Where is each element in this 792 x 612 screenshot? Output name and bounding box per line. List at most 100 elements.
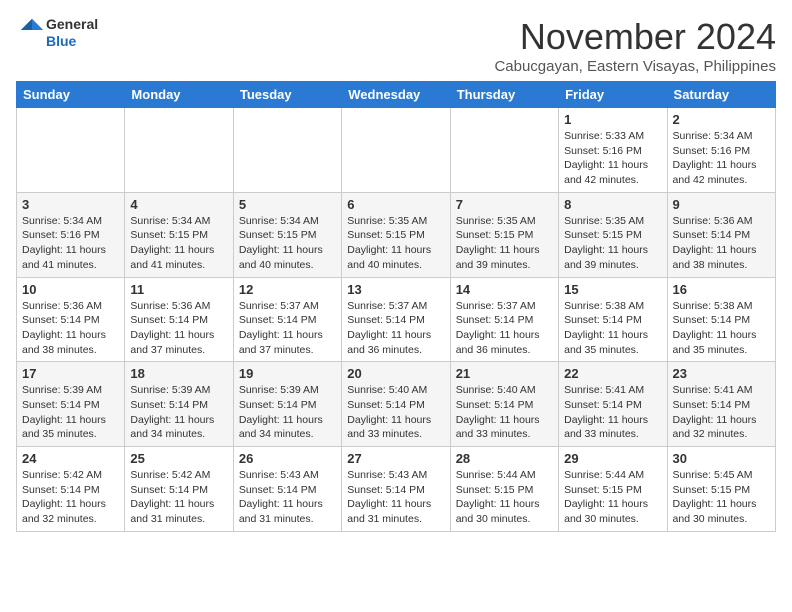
weekday-header-sunday: Sunday (17, 82, 125, 108)
day-info: Sunrise: 5:37 AM Sunset: 5:14 PM Dayligh… (347, 299, 444, 358)
calendar-cell: 25 Sunrise: 5:42 AM Sunset: 5:14 PM Dayli… (125, 447, 233, 532)
weekday-header-friday: Friday (559, 82, 667, 108)
calendar-cell: 29 Sunrise: 5:44 AM Sunset: 5:15 PM Dayli… (559, 447, 667, 532)
calendar-cell: 19Sunrise: 5:39 AM Sunset: 5:14 PM Dayli… (233, 362, 341, 447)
day-info: Sunrise: 5:41 AM Sunset: 5:14 PM Dayligh… (673, 383, 770, 442)
weekday-header-wednesday: Wednesday (342, 82, 450, 108)
day-number: 1 (564, 112, 661, 127)
calendar-cell: 30 Sunrise: 5:45 AM Sunset: 5:15 PM Dayli… (667, 447, 775, 532)
calendar-cell: 2 Sunrise: 5:34 AM Sunset: 5:16 PM Daylig… (667, 108, 775, 193)
day-number: 4 (130, 197, 227, 212)
calendar-table: SundayMondayTuesdayWednesdayThursdayFrid… (16, 81, 776, 532)
day-info: Sunrise: 5:44 AM Sunset: 5:15 PM Dayligh… (456, 468, 553, 527)
weekday-header-saturday: Saturday (667, 82, 775, 108)
day-number: 29 (564, 451, 661, 466)
day-number: 12 (239, 282, 336, 297)
calendar-header-row: SundayMondayTuesdayWednesdayThursdayFrid… (17, 82, 776, 108)
calendar-cell: 5Sunrise: 5:34 AM Sunset: 5:15 PM Daylig… (233, 192, 341, 277)
logo-text: General Blue (46, 16, 98, 50)
day-number: 24 (22, 451, 119, 466)
month-title: November 2024 (494, 16, 776, 58)
day-info: Sunrise: 5:34 AM Sunset: 5:15 PM Dayligh… (130, 214, 227, 273)
calendar-cell: 23 Sunrise: 5:41 AM Sunset: 5:14 PM Dayli… (667, 362, 775, 447)
day-info: Sunrise: 5:35 AM Sunset: 5:15 PM Dayligh… (564, 214, 661, 273)
calendar-week-row: 24 Sunrise: 5:42 AM Sunset: 5:14 PM Dayli… (17, 447, 776, 532)
calendar-cell: 22 Sunrise: 5:41 AM Sunset: 5:14 PM Dayli… (559, 362, 667, 447)
calendar-cell: 26 Sunrise: 5:43 AM Sunset: 5:14 PM Dayli… (233, 447, 341, 532)
calendar-cell: 1 Sunrise: 5:33 AM Sunset: 5:16 PM Daylig… (559, 108, 667, 193)
day-info: Sunrise: 5:35 AM Sunset: 5:15 PM Dayligh… (456, 214, 553, 273)
day-info: Sunrise: 5:42 AM Sunset: 5:14 PM Dayligh… (130, 468, 227, 527)
day-number: 20 (347, 366, 444, 381)
calendar-cell: 15Sunrise: 5:38 AM Sunset: 5:14 PM Dayli… (559, 277, 667, 362)
calendar-cell: 6Sunrise: 5:35 AM Sunset: 5:15 PM Daylig… (342, 192, 450, 277)
calendar-cell: 18 Sunrise: 5:39 AM Sunset: 5:14 PM Dayli… (125, 362, 233, 447)
day-number: 30 (673, 451, 770, 466)
day-number: 27 (347, 451, 444, 466)
calendar-cell: 3Sunrise: 5:34 AM Sunset: 5:16 PM Daylig… (17, 192, 125, 277)
day-info: Sunrise: 5:33 AM Sunset: 5:16 PM Dayligh… (564, 129, 661, 188)
day-info: Sunrise: 5:39 AM Sunset: 5:14 PM Dayligh… (130, 383, 227, 442)
day-number: 16 (673, 282, 770, 297)
calendar-cell: 20 Sunrise: 5:40 AM Sunset: 5:14 PM Dayli… (342, 362, 450, 447)
location-subtitle: Cabucgayan, Eastern Visayas, Philippines (494, 58, 776, 75)
day-info: Sunrise: 5:41 AM Sunset: 5:14 PM Dayligh… (564, 383, 661, 442)
day-number: 6 (347, 197, 444, 212)
logo-icon (18, 16, 46, 44)
day-number: 8 (564, 197, 661, 212)
calendar-cell (17, 108, 125, 193)
day-info: Sunrise: 5:36 AM Sunset: 5:14 PM Dayligh… (130, 299, 227, 358)
day-number: 2 (673, 112, 770, 127)
day-number: 28 (456, 451, 553, 466)
calendar-cell: 13 Sunrise: 5:37 AM Sunset: 5:14 PM Dayli… (342, 277, 450, 362)
day-info: Sunrise: 5:36 AM Sunset: 5:14 PM Dayligh… (673, 214, 770, 273)
day-number: 9 (673, 197, 770, 212)
day-info: Sunrise: 5:37 AM Sunset: 5:14 PM Dayligh… (239, 299, 336, 358)
day-info: Sunrise: 5:38 AM Sunset: 5:14 PM Dayligh… (673, 299, 770, 358)
calendar-cell: 14 Sunrise: 5:37 AM Sunset: 5:14 PM Dayli… (450, 277, 558, 362)
day-number: 7 (456, 197, 553, 212)
day-number: 21 (456, 366, 553, 381)
calendar-cell: 10Sunrise: 5:36 AM Sunset: 5:14 PM Dayli… (17, 277, 125, 362)
day-number: 26 (239, 451, 336, 466)
calendar-cell: 11Sunrise: 5:36 AM Sunset: 5:14 PM Dayli… (125, 277, 233, 362)
day-info: Sunrise: 5:34 AM Sunset: 5:16 PM Dayligh… (673, 129, 770, 188)
day-info: Sunrise: 5:36 AM Sunset: 5:14 PM Dayligh… (22, 299, 119, 358)
calendar-cell: 12 Sunrise: 5:37 AM Sunset: 5:14 PM Dayli… (233, 277, 341, 362)
day-info: Sunrise: 5:45 AM Sunset: 5:15 PM Dayligh… (673, 468, 770, 527)
day-info: Sunrise: 5:38 AM Sunset: 5:14 PM Dayligh… (564, 299, 661, 358)
day-number: 17 (22, 366, 119, 381)
day-info: Sunrise: 5:34 AM Sunset: 5:15 PM Dayligh… (239, 214, 336, 273)
calendar-week-row: 17 Sunrise: 5:39 AM Sunset: 5:14 PM Dayli… (17, 362, 776, 447)
day-info: Sunrise: 5:40 AM Sunset: 5:14 PM Dayligh… (456, 383, 553, 442)
day-number: 13 (347, 282, 444, 297)
day-number: 25 (130, 451, 227, 466)
calendar-cell: 8 Sunrise: 5:35 AM Sunset: 5:15 PM Daylig… (559, 192, 667, 277)
calendar-cell: 4 Sunrise: 5:34 AM Sunset: 5:15 PM Daylig… (125, 192, 233, 277)
day-info: Sunrise: 5:43 AM Sunset: 5:14 PM Dayligh… (347, 468, 444, 527)
weekday-header-monday: Monday (125, 82, 233, 108)
day-number: 14 (456, 282, 553, 297)
day-info: Sunrise: 5:40 AM Sunset: 5:14 PM Dayligh… (347, 383, 444, 442)
logo: General Blue (16, 16, 98, 50)
day-number: 22 (564, 366, 661, 381)
calendar-cell (342, 108, 450, 193)
calendar-cell: 28 Sunrise: 5:44 AM Sunset: 5:15 PM Dayli… (450, 447, 558, 532)
day-info: Sunrise: 5:43 AM Sunset: 5:14 PM Dayligh… (239, 468, 336, 527)
day-number: 18 (130, 366, 227, 381)
day-info: Sunrise: 5:42 AM Sunset: 5:14 PM Dayligh… (22, 468, 119, 527)
day-info: Sunrise: 5:34 AM Sunset: 5:16 PM Dayligh… (22, 214, 119, 273)
day-info: Sunrise: 5:37 AM Sunset: 5:14 PM Dayligh… (456, 299, 553, 358)
calendar-week-row: 10Sunrise: 5:36 AM Sunset: 5:14 PM Dayli… (17, 277, 776, 362)
calendar-cell: 7 Sunrise: 5:35 AM Sunset: 5:15 PM Daylig… (450, 192, 558, 277)
calendar-cell: 17 Sunrise: 5:39 AM Sunset: 5:14 PM Dayli… (17, 362, 125, 447)
calendar-week-row: 1 Sunrise: 5:33 AM Sunset: 5:16 PM Daylig… (17, 108, 776, 193)
day-info: Sunrise: 5:39 AM Sunset: 5:14 PM Dayligh… (22, 383, 119, 442)
day-info: Sunrise: 5:44 AM Sunset: 5:15 PM Dayligh… (564, 468, 661, 527)
calendar-cell: 24 Sunrise: 5:42 AM Sunset: 5:14 PM Dayli… (17, 447, 125, 532)
day-number: 23 (673, 366, 770, 381)
calendar-cell (233, 108, 341, 193)
weekday-header-thursday: Thursday (450, 82, 558, 108)
page-header: General Blue November 2024 Cabucgayan, E… (16, 16, 776, 75)
weekday-header-tuesday: Tuesday (233, 82, 341, 108)
